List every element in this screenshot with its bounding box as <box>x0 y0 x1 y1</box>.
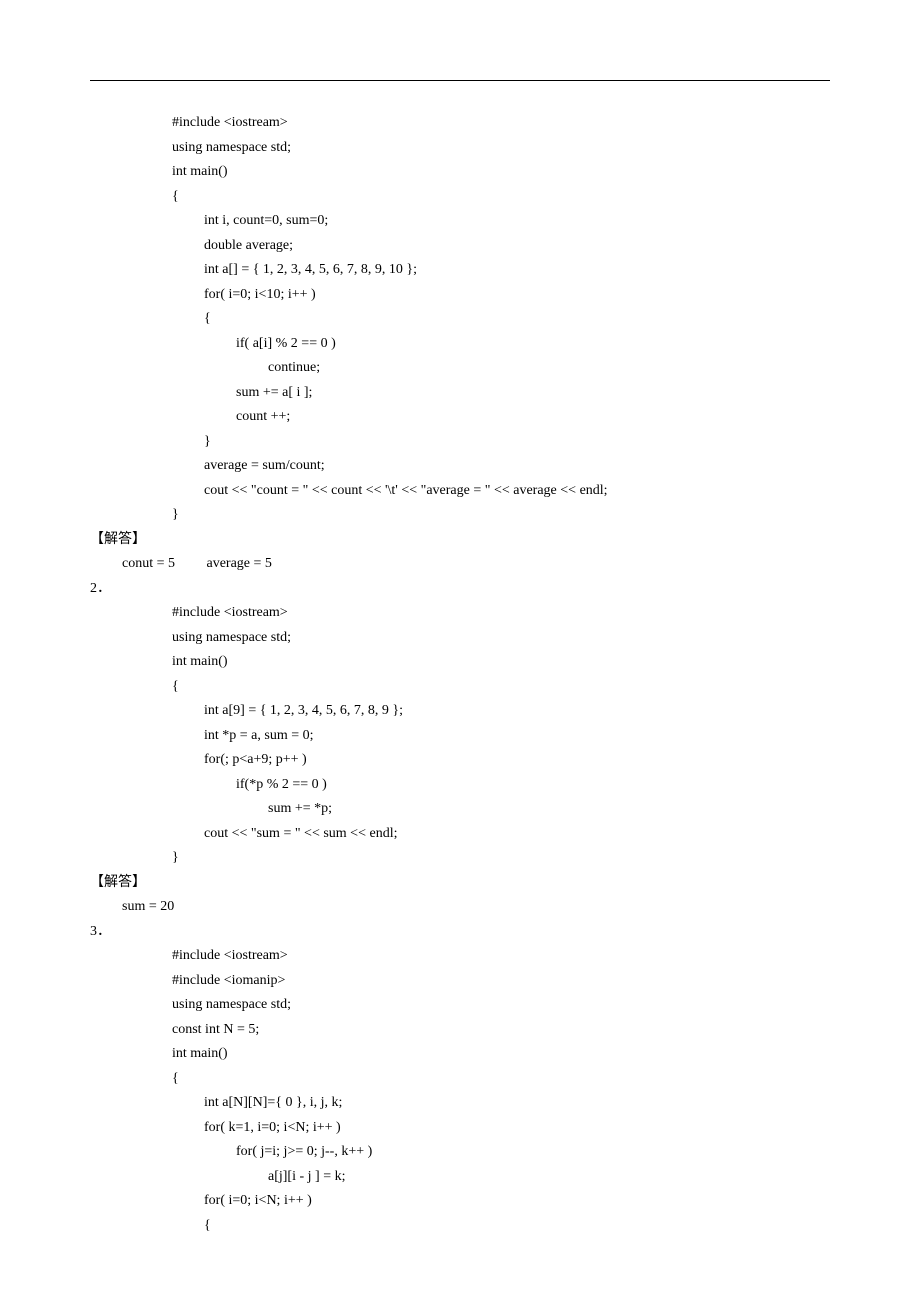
answer-text: conut = 5 average = 5 <box>90 552 830 577</box>
answer-label: 【解答】 <box>90 528 830 553</box>
code-line: count ++; <box>90 405 830 430</box>
code-line: #include <iostream> <box>90 601 830 626</box>
code-line: { <box>90 185 830 210</box>
code-line: average = sum/count; <box>90 454 830 479</box>
code-line: int main() <box>90 650 830 675</box>
code-line: #include <iostream> <box>90 944 830 969</box>
code-line: for(; p<a+9; p++ ) <box>90 748 830 773</box>
code-line: for( i=0; i<N; i++ ) <box>90 1189 830 1214</box>
code-line: int main() <box>90 1042 830 1067</box>
code-line: } <box>90 846 830 871</box>
code-line: sum += a[ i ]; <box>90 381 830 406</box>
code-line: using namespace std; <box>90 626 830 651</box>
code-line: int a[] = { 1, 2, 3, 4, 5, 6, 7, 8, 9, 1… <box>90 258 830 283</box>
problem-number: 3． <box>90 920 830 945</box>
top-rule <box>90 80 830 81</box>
code-line: { <box>90 307 830 332</box>
code-line: const int N = 5; <box>90 1018 830 1043</box>
code-line: cout << "sum = " << sum << endl; <box>90 822 830 847</box>
code-line: { <box>90 1067 830 1092</box>
code-line: continue; <box>90 356 830 381</box>
code-line: { <box>90 675 830 700</box>
code-line: for( k=1, i=0; i<N; i++ ) <box>90 1116 830 1141</box>
code-line: #include <iostream> <box>90 111 830 136</box>
code-line: } <box>90 503 830 528</box>
answer-label: 【解答】 <box>90 871 830 896</box>
code-line: if(*p % 2 == 0 ) <box>90 773 830 798</box>
problem-number: 2． <box>90 577 830 602</box>
code-line: using namespace std; <box>90 993 830 1018</box>
code-line: { <box>90 1214 830 1239</box>
code-line: #include <iomanip> <box>90 969 830 994</box>
answer-text: sum = 20 <box>90 895 830 920</box>
code-line: int main() <box>90 160 830 185</box>
code-line: int i, count=0, sum=0; <box>90 209 830 234</box>
code-line: int a[N][N]={ 0 }, i, j, k; <box>90 1091 830 1116</box>
code-line: for( i=0; i<10; i++ ) <box>90 283 830 308</box>
code-line: int a[9] = { 1, 2, 3, 4, 5, 6, 7, 8, 9 }… <box>90 699 830 724</box>
code-line: sum += *p; <box>90 797 830 822</box>
code-line: cout << "count = " << count << '\t' << "… <box>90 479 830 504</box>
code-line: a[j][i - j ] = k; <box>90 1165 830 1190</box>
code-line: for( j=i; j>= 0; j--, k++ ) <box>90 1140 830 1165</box>
code-line: if( a[i] % 2 == 0 ) <box>90 332 830 357</box>
code-line: double average; <box>90 234 830 259</box>
code-line: } <box>90 430 830 455</box>
code-line: using namespace std; <box>90 136 830 161</box>
code-line: int *p = a, sum = 0; <box>90 724 830 749</box>
